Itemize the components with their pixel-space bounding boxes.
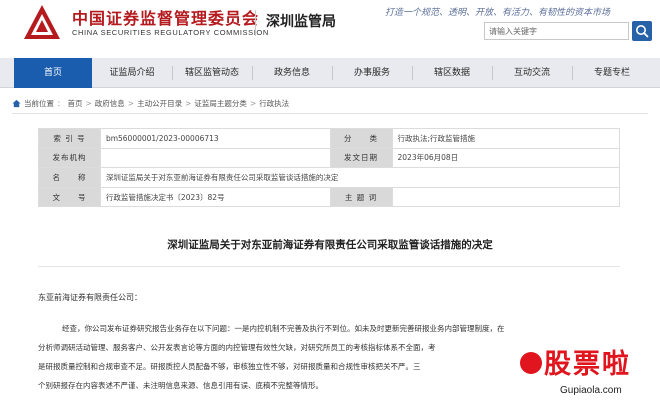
breadcrumb-divider: [12, 113, 648, 114]
body-line: 经查，你公司发布证券研究报告业务存在以下问题：一是内控机制不完善及执行不到位。如…: [62, 324, 505, 333]
nav-item-gov-info[interactable]: 政务信息: [252, 58, 332, 88]
org-name-cn: 中国证券监督管理委员会: [72, 9, 260, 28]
nav-item-interaction[interactable]: 互动交流: [492, 58, 572, 88]
value-date: 2023年06月08日: [391, 147, 620, 169]
label-category: 分 类: [329, 128, 393, 149]
csrc-logo-icon[interactable]: [22, 3, 62, 43]
breadcrumb: 当前位置 ： 首页 > 政府信息 > 主动公开目录 > 证监局主题分类 > 行政…: [12, 97, 289, 109]
label-publisher: 发布机构: [38, 147, 101, 169]
nav-item-special-topics[interactable]: 专题专栏: [572, 58, 652, 88]
breadcrumb-enforcement[interactable]: 行政执法: [259, 98, 289, 109]
org-name-en: CHINA SECURITIES REGULATORY COMMISSION: [72, 28, 269, 37]
document-info-table: 索 引 号 bm56000001/2023-00006713 分 类 行政执法;…: [38, 128, 621, 208]
table-row: 发布机构 发文日期 2023年06月08日: [38, 147, 620, 169]
breadcrumb-home[interactable]: 首页: [68, 98, 83, 109]
label-index-no: 索 引 号: [38, 128, 101, 149]
title-divider: [38, 266, 620, 267]
table-row: 名 称 深圳证监局关于对东亚前海证券有限责任公司采取监管谈话措施的决定: [38, 167, 621, 188]
nav-item-services[interactable]: 办事服务: [332, 58, 412, 88]
value-category: 行政执法;行政监管措施: [391, 128, 620, 149]
table-row: 文 号 行政监管措施决定书〔2023〕82号 主 题 词: [38, 186, 620, 208]
search-icon: [636, 25, 649, 38]
document-title: 深圳证监局关于对东亚前海证券有限责任公司采取监管谈话措施的决定: [167, 239, 493, 251]
label-name: 名 称: [38, 167, 101, 188]
body-line: 个别研报存在内容表述不严谨、未注明信息来源、信息引用有误、底稿不完整等情形。: [38, 381, 323, 390]
value-index-no: bm56000001/2023-00006713: [99, 128, 331, 149]
document-recipient: 东亚前海证券有限责任公司：: [38, 293, 142, 302]
slogan: 打造一个规范、透明、开放、有活力、有韧性的资本市场: [385, 8, 611, 18]
label-date: 发文日期: [329, 147, 393, 169]
watermark-badge-icon: [520, 352, 542, 374]
body-line: 是研报质量控制和合规审查不足。研报质控人员配备不够，审核独立性不够，对研报质量和…: [38, 362, 421, 371]
header-divider: [255, 10, 256, 36]
body-line: 分析师调研活动管理、服务客户、公开发表言论等方面的内控管理有效性欠缺，对研究所员…: [38, 343, 436, 352]
value-doc-no: 行政监管措施决定书〔2023〕82号: [99, 186, 331, 208]
breadcrumb-gov-info[interactable]: 政府信息: [95, 98, 125, 109]
label-doc-no: 文 号: [38, 186, 101, 208]
value-keywords: [391, 186, 620, 208]
search-button[interactable]: [632, 21, 652, 41]
main-nav: 首页 证监局介绍 辖区监管动态 政务信息 办事服务 辖区数据 互动交流 专题专栏: [0, 58, 660, 88]
watermark-url: Gupiaola.com: [560, 385, 622, 396]
search-input[interactable]: 请输入关键字: [484, 22, 629, 40]
nav-item-regional-dynamics[interactable]: 辖区监管动态: [172, 58, 252, 88]
value-publisher: [99, 147, 331, 169]
breadcrumb-prefix: 当前位置: [24, 98, 54, 108]
bureau-name: 深圳监管局: [266, 14, 336, 30]
label-keywords: 主 题 词: [329, 186, 393, 208]
value-name: 深圳证监局关于对东亚前海证券有限责任公司采取监管谈话措施的决定: [99, 167, 621, 188]
breadcrumb-topic-category[interactable]: 证监局主题分类: [194, 98, 247, 109]
table-row: 索 引 号 bm56000001/2023-00006713 分 类 行政执法;…: [38, 128, 620, 149]
nav-item-regional-data[interactable]: 辖区数据: [412, 58, 492, 88]
home-icon: [12, 99, 21, 107]
watermark-text: 股票啦: [544, 349, 631, 380]
nav-item-home[interactable]: 首页: [14, 58, 92, 88]
breadcrumb-public-catalog[interactable]: 主动公开目录: [137, 98, 182, 109]
nav-item-intro[interactable]: 证监局介绍: [92, 58, 172, 88]
site-header: 中国证券监督管理委员会 CHINA SECURITIES REGULATORY …: [0, 0, 660, 50]
